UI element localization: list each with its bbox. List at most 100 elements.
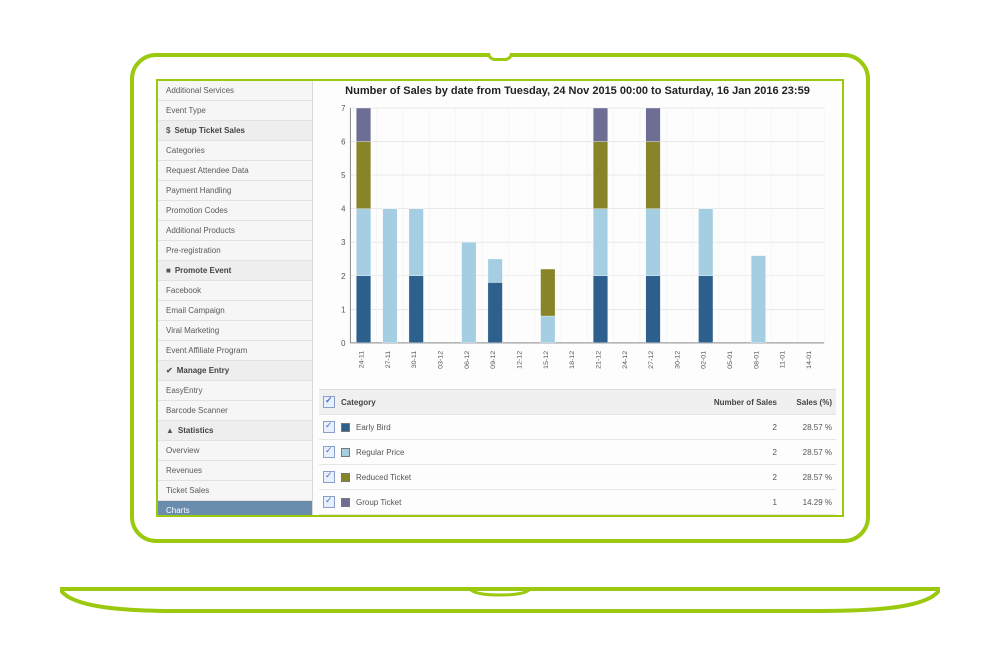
svg-text:02-01: 02-01 <box>701 351 708 369</box>
sidebar-item-label: Pre-registration <box>166 246 221 255</box>
sidebar-item-label: Setup Ticket Sales <box>174 126 245 135</box>
row-checkbox[interactable] <box>323 496 335 508</box>
color-swatch <box>341 423 350 432</box>
sidebar-item-label: Revenues <box>166 466 202 475</box>
sidebar-item-label: EasyEntry <box>166 386 202 395</box>
sidebar-item-email-campaign[interactable]: Email Campaign <box>158 301 312 321</box>
svg-text:12-12: 12-12 <box>517 351 524 369</box>
cell-percent: 28.57 % <box>777 473 832 482</box>
category-label: Reduced Ticket <box>356 473 411 482</box>
select-all-checkbox[interactable] <box>323 396 335 408</box>
svg-text:0: 0 <box>341 339 346 348</box>
sidebar-item-event-type[interactable]: Event Type <box>158 101 312 121</box>
svg-text:7: 7 <box>341 104 345 113</box>
svg-text:05-01: 05-01 <box>727 351 734 369</box>
th-number: Number of Sales <box>692 398 777 407</box>
table-header-row: Category Number of Sales Sales (%) <box>319 390 836 415</box>
color-swatch <box>341 448 350 457</box>
sidebar-section-manage-entry: ✔ Manage Entry <box>158 361 312 381</box>
svg-text:06-12: 06-12 <box>464 351 471 369</box>
th-category: Category <box>341 398 692 407</box>
sidebar-item-ticket-sales[interactable]: Ticket Sales <box>158 481 312 501</box>
sidebar-item-facebook[interactable]: Facebook <box>158 281 312 301</box>
sidebar-item-label: Viral Marketing <box>166 326 219 335</box>
sidebar-item-promotion-codes[interactable]: Promotion Codes <box>158 201 312 221</box>
section-icon: ✔ <box>166 366 173 375</box>
color-swatch <box>341 498 350 507</box>
svg-text:15-12: 15-12 <box>543 351 550 369</box>
category-label: Group Ticket <box>356 498 401 507</box>
sidebar-item-label: Additional Services <box>166 86 234 95</box>
table-row: Early Bird228.57 % <box>319 415 836 440</box>
main-content: Number of Sales by date from Tuesday, 24… <box>313 81 842 515</box>
sidebar-item-overview[interactable]: Overview <box>158 441 312 461</box>
svg-text:27-12: 27-12 <box>648 351 655 369</box>
cell-number: 2 <box>692 448 777 457</box>
cell-category: Group Ticket <box>341 498 692 507</box>
sidebar-item-request-attendee-data[interactable]: Request Attendee Data <box>158 161 312 181</box>
sidebar-item-viral-marketing[interactable]: Viral Marketing <box>158 321 312 341</box>
svg-text:2: 2 <box>341 272 345 281</box>
category-label: Regular Price <box>356 448 404 457</box>
sidebar-item-label: Event Affiliate Program <box>166 346 247 355</box>
svg-text:30-11: 30-11 <box>411 351 418 369</box>
category-table: Category Number of Sales Sales (%) Early… <box>319 389 836 515</box>
cell-number: 1 <box>692 498 777 507</box>
sidebar-item-label: Promotion Codes <box>166 206 228 215</box>
sidebar-item-label: Charts <box>166 506 190 515</box>
chart-canvas: 0123456724-1127-1130-1103-1206-1209-1212… <box>323 104 832 385</box>
svg-text:30-12: 30-12 <box>674 351 681 369</box>
row-checkbox[interactable] <box>323 471 335 483</box>
table-row: Regular Price228.57 % <box>319 440 836 465</box>
sidebar-item-label: Statistics <box>178 426 214 435</box>
color-swatch <box>341 473 350 482</box>
sidebar-section-promote-event: ■Promote Event <box>158 261 312 281</box>
sidebar-item-label: Facebook <box>166 286 201 295</box>
row-checkbox[interactable] <box>323 421 335 433</box>
svg-text:1: 1 <box>341 305 346 314</box>
svg-text:18-12: 18-12 <box>569 351 576 369</box>
sidebar-section-statistics: ▲ Statistics <box>158 421 312 441</box>
app-window: Additional Services Event Type $Setup Tick… <box>156 79 844 517</box>
svg-text:24-12: 24-12 <box>622 351 629 369</box>
section-icon: ▲ <box>166 426 174 435</box>
sidebar-item-label: Payment Handling <box>166 186 231 195</box>
sidebar-item-barcode-scanner[interactable]: Barcode Scanner <box>158 401 312 421</box>
sidebar-item-revenues[interactable]: Revenues <box>158 461 312 481</box>
laptop-base <box>60 553 940 613</box>
table-row: Group Ticket114.29 % <box>319 490 836 515</box>
th-pct: Sales (%) <box>777 398 832 407</box>
svg-text:03-12: 03-12 <box>438 351 445 369</box>
svg-text:21-12: 21-12 <box>596 351 603 369</box>
sidebar: Additional Services Event Type $Setup Tick… <box>158 81 313 515</box>
chart-title: Number of Sales by date from Tuesday, 24… <box>319 81 836 102</box>
section-icon: ■ <box>166 266 171 275</box>
sidebar-item-label: Event Type <box>166 106 206 115</box>
sidebar-item-label: Categories <box>166 146 205 155</box>
svg-text:27-11: 27-11 <box>385 351 392 369</box>
laptop-frame: Additional Services Event Type $Setup Tick… <box>60 53 940 613</box>
sidebar-item-categories[interactable]: Categories <box>158 141 312 161</box>
camera-notch <box>487 53 513 61</box>
sidebar-item-additional-services[interactable]: Additional Services <box>158 81 312 101</box>
cell-number: 2 <box>692 473 777 482</box>
table-row: Reduced Ticket 228.57 % <box>319 465 836 490</box>
row-checkbox[interactable] <box>323 446 335 458</box>
svg-text:5: 5 <box>341 171 346 180</box>
sidebar-item-payment-handling[interactable]: Payment Handling <box>158 181 312 201</box>
sidebar-item-easyentry[interactable]: EasyEntry <box>158 381 312 401</box>
sidebar-item-label: Request Attendee Data <box>166 166 249 175</box>
cell-category: Regular Price <box>341 448 692 457</box>
sidebar-item-label: Manage Entry <box>177 366 229 375</box>
sidebar-item-label: Email Campaign <box>166 306 225 315</box>
sidebar-item-additional-products[interactable]: Additional Products <box>158 221 312 241</box>
svg-text:14-01: 14-01 <box>806 351 813 369</box>
sidebar-item-pre-registration[interactable]: Pre-registration <box>158 241 312 261</box>
sidebar-section-setup-ticket-sales: $Setup Ticket Sales <box>158 121 312 141</box>
svg-text:3: 3 <box>341 238 346 247</box>
sidebar-item-event-affiliate-program[interactable]: Event Affiliate Program <box>158 341 312 361</box>
cell-category: Reduced Ticket <box>341 473 692 482</box>
sidebar-item-label: Ticket Sales <box>166 486 209 495</box>
sidebar-item-label: Additional Products <box>166 226 235 235</box>
sidebar-item-charts[interactable]: Charts <box>158 501 312 515</box>
